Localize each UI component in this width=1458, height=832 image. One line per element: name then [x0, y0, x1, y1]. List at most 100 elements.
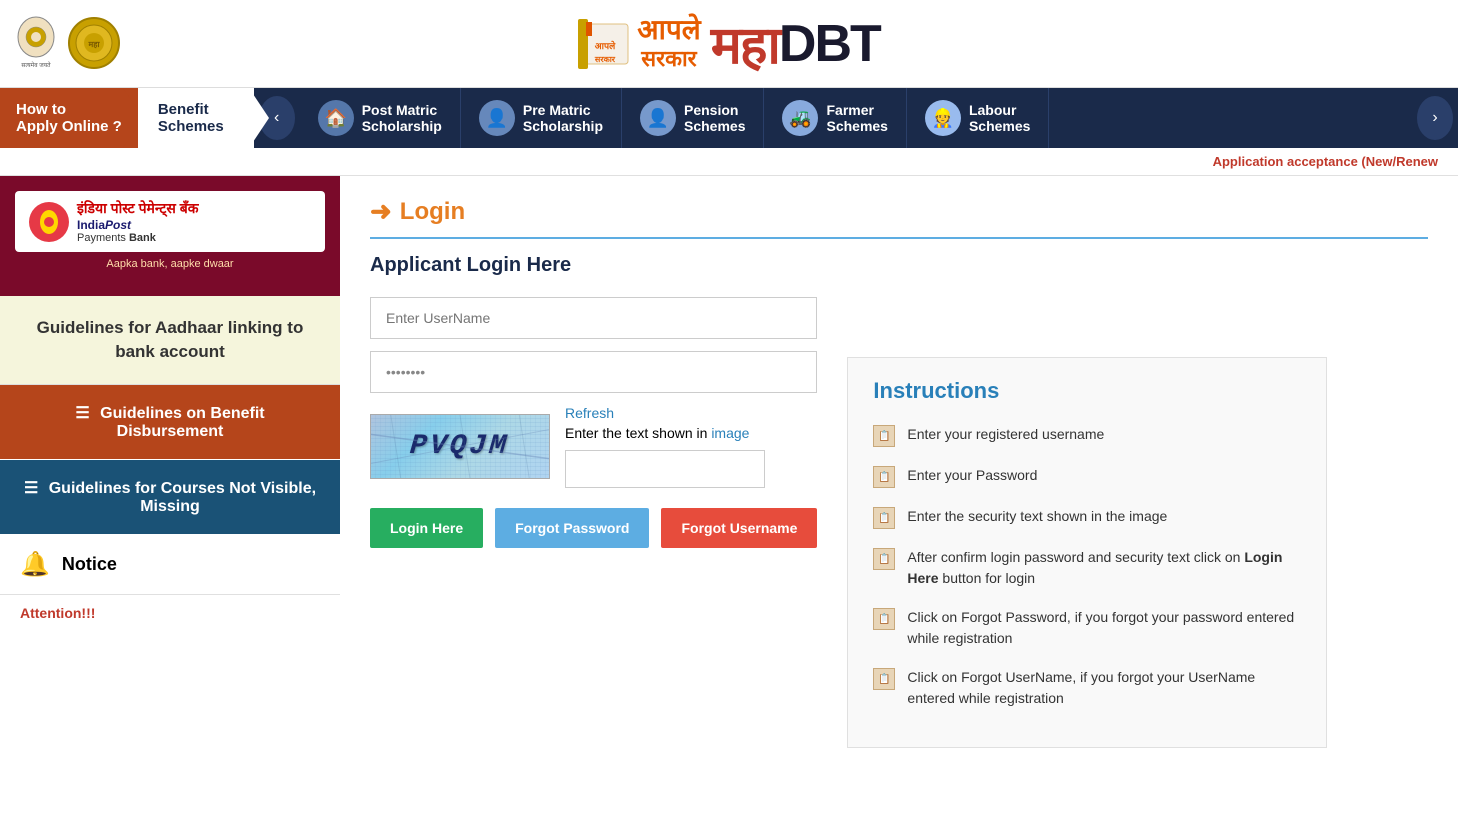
nav-item-post-matric[interactable]: 🏠 Post MatricScholarship	[300, 88, 461, 148]
instruction-item-5: 📋 Click on Forgot Password, if you forgo…	[873, 607, 1301, 649]
nav-how-to-line2: Apply Online ?	[16, 118, 122, 135]
nav-item-pre-matric-label: Pre MatricScholarship	[523, 102, 603, 134]
farmer-icon: 🚜	[782, 100, 818, 136]
bank-text-area: इंडिया पोस्ट पेमेन्ट्स बँक IndiaPost Pay…	[77, 199, 198, 244]
login-form: PVQJM Refresh Enter the text shown in im…	[370, 297, 817, 548]
captcha-image: PVQJM	[370, 414, 550, 479]
nav-item-pre-matric[interactable]: 👤 Pre MatricScholarship	[461, 88, 622, 148]
instruction-item-3: 📋 Enter the security text shown in the i…	[873, 506, 1301, 529]
notice-label: Notice	[62, 554, 117, 575]
benefit-disbursement-text: Guidelines on Benefit Disbursement	[100, 405, 264, 440]
instruction-icon-6: 📋	[873, 668, 895, 690]
captcha-refresh-link[interactable]: Refresh	[565, 405, 765, 421]
nav-item-pension-label: PensionSchemes	[684, 102, 745, 134]
nav-benefit-line1: Benefit	[158, 101, 224, 118]
header-logos: सत्यमेव जयते महा	[10, 15, 122, 73]
bank-card[interactable]: इंडिया पोस्ट पेमेन्ट्स बँक IndiaPost Pay…	[0, 176, 340, 296]
captcha-row: PVQJM Refresh Enter the text shown in im…	[370, 405, 817, 488]
instruction-text-5: Click on Forgot Password, if you forgot …	[907, 607, 1301, 649]
instructions-title: Instructions	[873, 378, 1301, 404]
labour-icon: 👷	[925, 100, 961, 136]
login-instructions-row: PVQJM Refresh Enter the text shown in im…	[370, 297, 1428, 748]
captcha-hint-text: Enter the text shown in image	[565, 425, 765, 441]
pre-matric-icon: 👤	[479, 100, 515, 136]
instruction-text-2: Enter your Password	[907, 465, 1037, 486]
password-input[interactable]	[370, 351, 817, 393]
header: सत्यमेव जयते महा आपले सरकार आपले सरकार	[0, 0, 1458, 88]
bank-english-name: IndiaPost	[77, 218, 198, 232]
nav-right-arrow-button[interactable]: ›	[1417, 96, 1453, 140]
announcement-text: Application acceptance (New/Renew	[1213, 154, 1438, 169]
svg-text:आपले: आपले	[595, 40, 616, 51]
captcha-text: PVQJM	[409, 431, 511, 462]
navbar: How to Apply Online ? Benefit Schemes ‹ …	[0, 88, 1458, 148]
login-title-text: Login	[400, 198, 465, 226]
bank-tagline: Aapka bank, aapke dwaar	[106, 258, 233, 270]
sidebar-aadhaar-guideline[interactable]: Guidelines for Aadhaar linking to bank a…	[0, 296, 340, 385]
instructions-panel: Instructions 📋 Enter your registered use…	[847, 357, 1327, 748]
instruction-text-6: Click on Forgot UserName, if you forgot …	[907, 667, 1301, 709]
menu-icon-courses: ☰	[24, 478, 38, 498]
main-content: इंडिया पोस्ट पेमेन्ट्स बँक IndiaPost Pay…	[0, 176, 1458, 776]
maha-text: महा	[711, 8, 779, 79]
sidebar-notice: 🔔 Notice	[0, 535, 340, 595]
sidebar-benefit-disbursement[interactable]: ☰ Guidelines on Benefit Disbursement	[0, 385, 340, 460]
ashoka-emblem-icon: सत्यमेव जयते	[10, 15, 62, 73]
forgot-password-button[interactable]: Forgot Password	[495, 508, 649, 548]
nav-item-pension[interactable]: 👤 PensionSchemes	[622, 88, 764, 148]
aple-sarkar-icon: आपले सरकार	[578, 14, 633, 74]
instruction-icon-4: 📋	[873, 548, 895, 570]
brand-hindi: आपले	[637, 16, 701, 47]
maha-dbt-brand: महा DBT	[711, 8, 880, 79]
nav-item-labour[interactable]: 👷 LabourSchemes	[907, 88, 1049, 148]
forgot-username-button[interactable]: Forgot Username	[661, 508, 817, 548]
bank-payments-label: Payments Bank	[77, 232, 198, 244]
brand-hindi2: सरकार	[641, 47, 696, 71]
menu-icon-benefit: ☰	[75, 403, 89, 423]
sidebar-attention: Attention!!!	[0, 595, 340, 631]
instruction-icon-3: 📋	[873, 507, 895, 529]
bank-logo-icon	[29, 202, 69, 242]
brand-logo: आपले सरकार आपले सरकार महा DBT	[578, 8, 880, 79]
svg-text:सरकार: सरकार	[594, 55, 616, 64]
instruction-text-4: After confirm login password and securit…	[907, 547, 1301, 589]
captcha-input[interactable]	[565, 450, 765, 488]
instruction-item-1: 📋 Enter your registered username	[873, 424, 1301, 447]
instruction-item-4: 📋 After confirm login password and secur…	[873, 547, 1301, 589]
instruction-text-1: Enter your registered username	[907, 424, 1104, 445]
instruction-text-3: Enter the security text shown in the ima…	[907, 506, 1167, 527]
gold-seal-icon: महा	[67, 16, 122, 71]
nav-item-farmer[interactable]: 🚜 FarmerSchemes	[764, 88, 906, 148]
post-matric-icon: 🏠	[318, 100, 354, 136]
nav-how-to-apply[interactable]: How to Apply Online ?	[0, 88, 138, 148]
instruction-icon-1: 📋	[873, 425, 895, 447]
sidebar-courses-guideline[interactable]: ☰ Guidelines for Courses Not Visible, Mi…	[0, 460, 340, 535]
bank-hindi-name: इंडिया पोस्ट पेमेन्ट्स बँक	[77, 199, 198, 218]
aadhaar-guideline-text: Guidelines for Aadhaar linking to bank a…	[20, 316, 320, 364]
nav-item-labour-label: LabourSchemes	[969, 102, 1030, 134]
login-here-button[interactable]: Login Here	[370, 508, 483, 548]
username-input[interactable]	[370, 297, 817, 339]
sidebar: इंडिया पोस्ट पेमेन्ट्स बँक IndiaPost Pay…	[0, 176, 340, 776]
login-arrow-icon: ➜	[370, 196, 392, 227]
announcement-bar: Application acceptance (New/Renew	[0, 148, 1458, 176]
captcha-controls: Refresh Enter the text shown in image	[565, 405, 765, 488]
instruction-item-2: 📋 Enter your Password	[873, 465, 1301, 488]
instruction-icon-5: 📋	[873, 608, 895, 630]
nav-how-to-line1: How to	[16, 101, 122, 118]
login-buttons-row: Login Here Forgot Password Forgot Userna…	[370, 508, 817, 548]
svg-text:सत्यमेव जयते: सत्यमेव जयते	[21, 61, 51, 69]
nav-benefit-schemes[interactable]: Benefit Schemes	[138, 88, 254, 148]
bank-logo-area: इंडिया पोस्ट पेमेन्ट्स बँक IndiaPost Pay…	[15, 191, 325, 252]
instruction-item-6: 📋 Click on Forgot UserName, if you forgo…	[873, 667, 1301, 709]
courses-guideline-text: Guidelines for Courses Not Visible, Miss…	[49, 480, 316, 515]
login-subtitle: Applicant Login Here	[370, 254, 1428, 277]
bell-icon: 🔔	[20, 550, 50, 579]
dbt-text: DBT	[779, 14, 880, 74]
captcha-hint-prefix: Enter the text shown in	[565, 425, 711, 441]
login-main-area: ➜ Login Applicant Login Here	[340, 176, 1458, 776]
svg-text:महा: महा	[87, 40, 100, 49]
captcha-hint-colored: image	[711, 425, 749, 441]
login-title-bar: ➜ Login	[370, 196, 1428, 239]
nav-item-post-matric-label: Post MatricScholarship	[362, 102, 442, 134]
